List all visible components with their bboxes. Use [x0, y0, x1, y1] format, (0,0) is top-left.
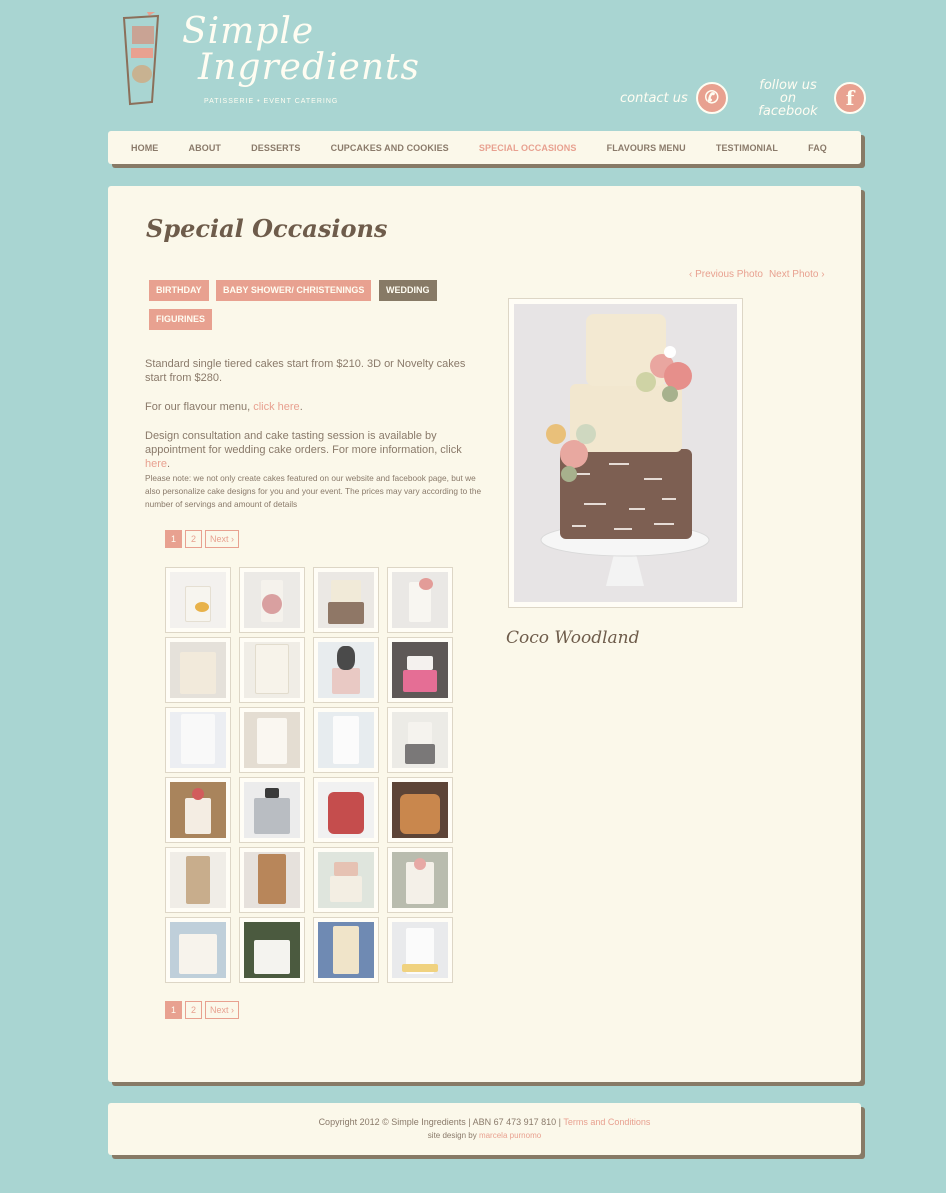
cake-thumbnail[interactable] — [239, 637, 305, 703]
nav-cupcakes-and-cookies[interactable]: CUPCAKES AND COOKIES — [331, 143, 449, 153]
logo-tagline: PATISSERIE • EVENT CATERING — [204, 98, 339, 105]
cake-thumbnail[interactable] — [387, 917, 453, 983]
flavour-menu-link[interactable]: click here — [253, 401, 299, 413]
main-content: Special Occasions BIRTHDAY BABY SHOWER/ … — [108, 186, 861, 1082]
main-nav: HOME ABOUT DESSERTS CUPCAKES AND COOKIES… — [108, 131, 861, 164]
pricing-text: Standard single tiered cakes start from … — [145, 358, 466, 384]
contact-us-link[interactable]: contact us ✆ — [620, 82, 734, 114]
category-baby-shower[interactable]: BABY SHOWER/ CHRISTENINGS — [216, 280, 372, 301]
cake-thumbnail[interactable] — [387, 567, 453, 633]
nav-faq[interactable]: FAQ — [808, 143, 827, 153]
page-2-link[interactable]: 2 — [185, 530, 202, 548]
cake-thumbnail[interactable] — [239, 707, 305, 773]
more-info-link[interactable]: here — [145, 458, 167, 470]
cake-thumbnail[interactable] — [239, 847, 305, 913]
next-page-link[interactable]: Next › — [205, 530, 240, 548]
featured-photo[interactable] — [508, 298, 743, 608]
cake-thumbnail[interactable] — [387, 637, 453, 703]
cake-thumbnail[interactable] — [387, 777, 453, 843]
cake-thumbnail[interactable] — [165, 567, 231, 633]
cake-thumbnail[interactable] — [165, 847, 231, 913]
logo-name-line2: Ingredients — [198, 47, 420, 88]
next-page-link[interactable]: Next › — [205, 1001, 240, 1019]
cake-thumbnail[interactable] — [387, 707, 453, 773]
personalize-note: Please note: we not only create cakes fe… — [145, 473, 482, 509]
next-photo-link[interactable]: Next Photo › — [769, 269, 825, 280]
photo-caption: Coco Woodland — [506, 628, 640, 648]
photo-navigation: ‹ Previous Photo Next Photo › — [689, 269, 831, 280]
site-logo[interactable]: Simple Ingredients PATISSERIE • EVENT CA… — [118, 11, 419, 112]
nav-desserts[interactable]: DESSERTS — [251, 143, 300, 153]
cake-thumbnail[interactable] — [239, 777, 305, 843]
cake-thumbnail[interactable] — [165, 917, 231, 983]
cake-glass-logo-icon — [122, 12, 160, 106]
cake-thumbnail[interactable] — [165, 777, 231, 843]
category-birthday[interactable]: BIRTHDAY — [149, 280, 209, 301]
facebook-icon: f — [834, 82, 866, 114]
category-figurines[interactable]: FIGURINES — [149, 309, 213, 330]
follow-label-2: on facebook — [758, 90, 818, 119]
consultation-text: Design consultation and cake tasting ses… — [145, 430, 462, 470]
nav-special-occasions[interactable]: SPECIAL OCCASIONS — [479, 143, 577, 153]
nav-flavours-menu[interactable]: FLAVOURS MENU — [607, 143, 686, 153]
nav-home[interactable]: HOME — [131, 143, 158, 153]
cake-thumbnail[interactable] — [313, 567, 379, 633]
design-credit: site design by marcela purnomo — [427, 1131, 542, 1140]
nav-about[interactable]: ABOUT — [189, 143, 222, 153]
page-1-link[interactable]: 1 — [165, 1001, 182, 1019]
cake-thumbnail[interactable] — [165, 637, 231, 703]
terms-link[interactable]: Terms and Conditions — [563, 1117, 650, 1127]
thumbnail-gallery — [165, 567, 455, 983]
pagination-bottom: 1 2 Next › — [165, 1001, 240, 1019]
category-wedding[interactable]: WEDDING — [379, 280, 437, 301]
cake-thumbnail[interactable] — [239, 567, 305, 633]
page-1-link[interactable]: 1 — [165, 530, 182, 548]
cake-thumbnail[interactable] — [165, 707, 231, 773]
designer-link[interactable]: marcela purnomo — [479, 1131, 541, 1140]
cake-photo-image — [514, 304, 737, 602]
cake-thumbnail[interactable] — [313, 917, 379, 983]
pagination-top: 1 2 Next › — [165, 530, 240, 548]
page-2-link[interactable]: 2 — [185, 1001, 202, 1019]
flavour-menu-text: For our flavour menu, click here. — [145, 401, 303, 413]
phone-icon: ✆ — [695, 82, 728, 114]
site-footer: Copyright 2012 © Simple Ingredients | AB… — [108, 1103, 861, 1155]
contact-us-label: contact us — [620, 90, 688, 106]
nav-testimonial[interactable]: TESTIMONIAL — [716, 143, 778, 153]
copyright-line: Copyright 2012 © Simple Ingredients | AB… — [318, 1117, 651, 1127]
cake-thumbnail[interactable] — [313, 847, 379, 913]
facebook-link[interactable]: follow us on facebook f — [750, 79, 868, 119]
cake-thumbnail[interactable] — [387, 847, 453, 913]
cake-thumbnail[interactable] — [313, 777, 379, 843]
logo-name-line1: Simple — [182, 11, 315, 52]
previous-photo-link[interactable]: ‹ Previous Photo — [689, 269, 763, 280]
cake-thumbnail[interactable] — [313, 637, 379, 703]
page-title: Special Occasions — [146, 214, 388, 243]
cake-thumbnail[interactable] — [239, 917, 305, 983]
cake-thumbnail[interactable] — [313, 707, 379, 773]
